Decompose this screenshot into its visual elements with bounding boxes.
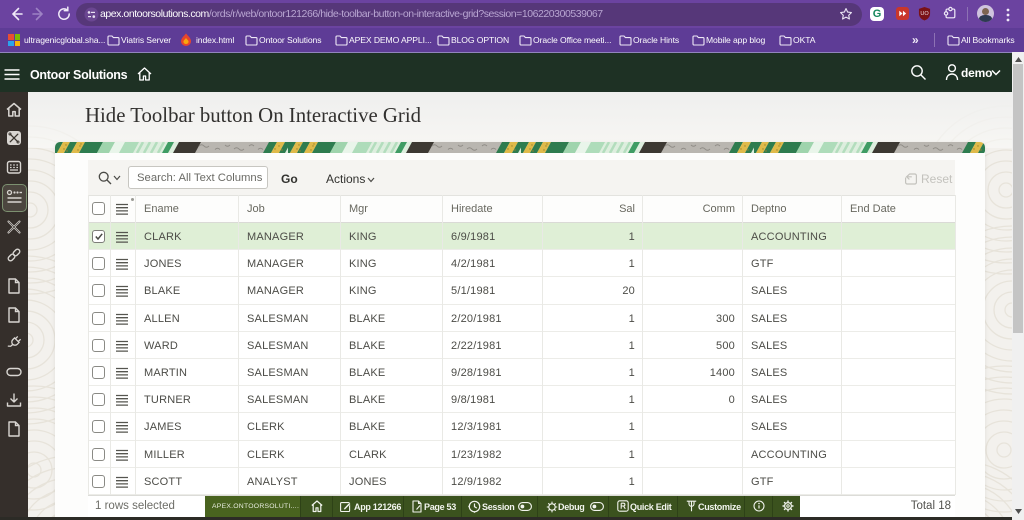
svg-text:UO: UO bbox=[920, 11, 929, 17]
